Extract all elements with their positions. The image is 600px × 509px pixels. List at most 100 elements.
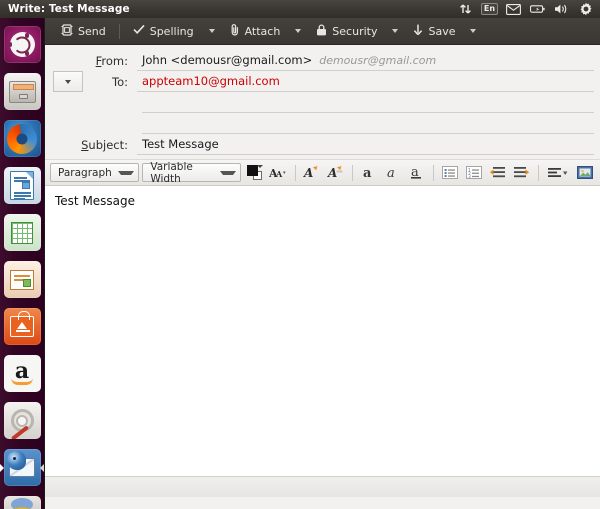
svg-text:3: 3: [468, 174, 471, 180]
libreoffice-impress-icon: [3, 261, 41, 298]
system-tray: En: [458, 2, 600, 16]
launcher-item-files[interactable]: [0, 68, 44, 115]
security-label: Security: [332, 24, 378, 38]
spelling-button[interactable]: Spelling: [125, 21, 202, 41]
keyboard-layout-indicator[interactable]: En: [480, 2, 499, 16]
from-value: John <demousr@gmail.com>: [142, 53, 313, 67]
security-dropdown[interactable]: [385, 26, 405, 36]
paragraph-style-select[interactable]: Paragraph: [50, 163, 140, 182]
screen: Write: Test Message En a Send Spelling A…: [0, 0, 600, 509]
subject-field[interactable]: Test Message: [137, 134, 594, 155]
attach-dropdown[interactable]: [288, 26, 308, 36]
toolbar-separator: [118, 23, 120, 39]
chevron-down-icon: [295, 29, 302, 33]
from-row: From: John <demousr@gmail.com> demousr@g…: [51, 50, 594, 71]
compose-window: Send Spelling Attach Security Save From:…: [44, 18, 600, 509]
font-family-value: Variable Width: [150, 160, 193, 185]
text-color-swatch[interactable]: [244, 162, 265, 183]
rhythmbox-icon: [3, 496, 41, 509]
save-dropdown[interactable]: [463, 26, 483, 36]
attach-button[interactable]: Attach: [222, 20, 289, 42]
unity-launcher: a: [0, 18, 44, 509]
status-bar: [45, 476, 600, 497]
message-body[interactable]: Test Message: [45, 186, 600, 476]
spelling-label: Spelling: [149, 24, 194, 38]
system-settings-icon: [3, 402, 41, 439]
chevron-down-icon: [208, 29, 215, 33]
from-field[interactable]: John <demousr@gmail.com> demousr@gmail.c…: [137, 50, 594, 71]
system-gear-icon[interactable]: [578, 2, 593, 16]
underline-icon[interactable]: a: [406, 162, 427, 183]
toolbar-separator: [537, 164, 539, 181]
volume-icon[interactable]: [554, 2, 569, 16]
to-label: To:: [112, 74, 128, 89]
check-icon: [133, 24, 145, 38]
font-family-select[interactable]: Variable Width: [142, 160, 242, 185]
save-label: Save: [428, 24, 456, 38]
save-arrow-icon: [413, 24, 423, 39]
svg-text:a: a: [363, 166, 372, 180]
to-field[interactable]: appteam10@gmail.com: [137, 71, 594, 92]
save-button[interactable]: Save: [405, 21, 463, 42]
numbered-list-icon[interactable]: 123: [464, 162, 485, 183]
align-icon[interactable]: [545, 162, 571, 183]
toolbar-separator: [351, 164, 353, 181]
libreoffice-calc-icon: [3, 214, 41, 251]
launcher-item-thunderbird[interactable]: [0, 444, 44, 491]
recipient-row-empty-1[interactable]: [51, 92, 594, 113]
launcher-item-libreoffice-impress[interactable]: [0, 256, 44, 303]
to-row: To: appteam10@gmail.com: [51, 71, 594, 92]
launcher-item-system-settings[interactable]: [0, 397, 44, 444]
message-body-text: Test Message: [55, 194, 136, 208]
highlight-color-icon[interactable]: A: [325, 162, 346, 183]
messaging-envelope-icon[interactable]: [506, 2, 521, 16]
font-color-icon[interactable]: A: [301, 162, 322, 183]
battery-icon[interactable]: [530, 2, 545, 16]
ubuntu-software-icon: [3, 308, 41, 345]
recipient-row-empty-2[interactable]: [51, 113, 594, 134]
send-button[interactable]: Send: [53, 21, 114, 42]
lock-icon: [316, 23, 327, 39]
unity-top-panel: Write: Test Message En: [0, 0, 600, 18]
thunderbird-icon: [3, 449, 41, 486]
svg-text:A: A: [327, 166, 337, 180]
chevron-down-icon: [220, 170, 237, 175]
amazon-icon: a: [3, 355, 41, 392]
attach-label: Attach: [244, 24, 281, 38]
chevron-down-icon: [470, 29, 477, 33]
italic-icon[interactable]: a: [383, 162, 404, 183]
libreoffice-writer-icon: [3, 167, 41, 204]
paragraph-style-value: Paragraph: [58, 166, 112, 179]
launcher-item-rhythmbox[interactable]: [0, 491, 44, 509]
launcher-item-firefox[interactable]: [0, 115, 44, 162]
launcher-item-libreoffice-writer[interactable]: [0, 162, 44, 209]
recipient-type-dropdown[interactable]: [53, 71, 83, 92]
network-transfer-icon[interactable]: [458, 2, 473, 16]
to-value: appteam10@gmail.com: [142, 74, 280, 88]
send-icon: [61, 23, 73, 39]
subject-label: Subject:: [81, 137, 128, 152]
security-button[interactable]: Security: [308, 21, 385, 42]
from-label: From:: [95, 53, 128, 68]
font-size-icon[interactable]: AA: [268, 162, 289, 183]
formatting-toolbar: Paragraph Variable Width AA A A a a a 1 …: [45, 159, 600, 186]
svg-text:a: a: [387, 166, 395, 180]
chevron-down-icon: [65, 79, 71, 84]
toolbar-separator: [294, 164, 296, 181]
outdent-icon[interactable]: [488, 162, 509, 183]
subject-row: Subject: Test Message: [51, 134, 594, 155]
message-headers: From: John <demousr@gmail.com> demousr@g…: [45, 45, 600, 155]
subject-value: Test Message: [142, 137, 219, 151]
compose-toolbar: Send Spelling Attach Security Save: [45, 18, 600, 45]
spelling-dropdown[interactable]: [202, 26, 222, 36]
insert-image-icon[interactable]: [574, 162, 595, 183]
firefox-icon: [3, 120, 41, 157]
bullet-list-icon[interactable]: [440, 162, 461, 183]
launcher-item-amazon[interactable]: a: [0, 350, 44, 397]
indent-icon[interactable]: [511, 162, 532, 183]
launcher-item-ubuntu-software[interactable]: [0, 303, 44, 350]
bold-icon[interactable]: a: [359, 162, 380, 183]
launcher-item-libreoffice-calc[interactable]: [0, 209, 44, 256]
window-title: Write: Test Message: [8, 3, 130, 15]
launcher-item-ubuntu-dash[interactable]: [0, 21, 44, 68]
